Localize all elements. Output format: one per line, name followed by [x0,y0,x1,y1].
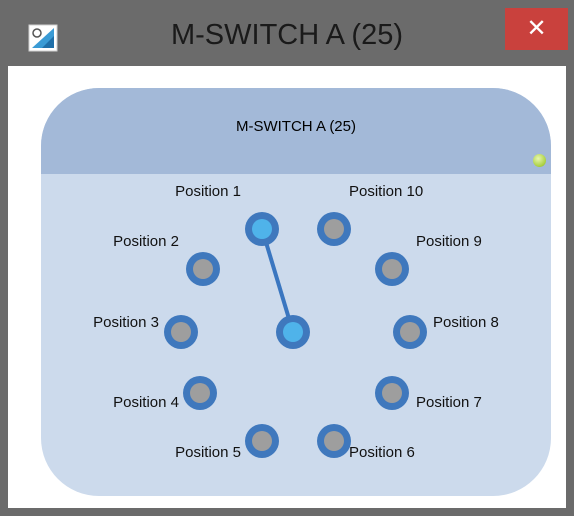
window-title: M-SWITCH A (25) [170,19,403,51]
position-6-label: Position 6 [349,444,415,461]
window-client-area: M-SWITCH A (25) Position 1 Position 2 Posi… [8,66,566,508]
position-3-label: Position 3 [93,314,159,331]
rotary-switch [164,212,427,458]
title-bar[interactable]: M-SWITCH A (25) ✕ [0,0,574,66]
position-4-label: Position 4 [113,394,179,411]
window: M-SWITCH A (25) ✕ M-SWITCH A (25) Positi… [0,0,574,516]
position-9-label: Position 9 [416,233,482,250]
position-8-knob-fill[interactable] [400,322,420,342]
position-10-knob-fill[interactable] [324,219,344,239]
position-8-label: Position 8 [433,314,499,331]
position-1-knob-fill[interactable] [252,219,272,239]
position-2-knob-fill[interactable] [193,259,213,279]
position-3-knob-fill[interactable] [171,322,191,342]
position-1-label: Position 1 [175,183,241,200]
switch-panel: M-SWITCH A (25) Position 1 Position 2 Posi… [41,88,551,496]
position-6-knob-fill[interactable] [324,431,344,451]
center-pivot-fill [283,322,303,342]
position-7-label: Position 7 [416,394,482,411]
position-9-knob-fill[interactable] [382,259,402,279]
position-10-label: Position 10 [349,183,424,200]
close-icon: ✕ [526,15,547,42]
position-7-knob-fill[interactable] [382,383,402,403]
position-4-knob-fill[interactable] [190,383,210,403]
status-led-indicator [533,154,546,167]
position-5-label: Position 5 [175,444,241,461]
position-5-knob-fill[interactable] [252,431,272,451]
position-2-label: Position 2 [113,233,179,250]
close-button[interactable]: ✕ [505,8,568,50]
